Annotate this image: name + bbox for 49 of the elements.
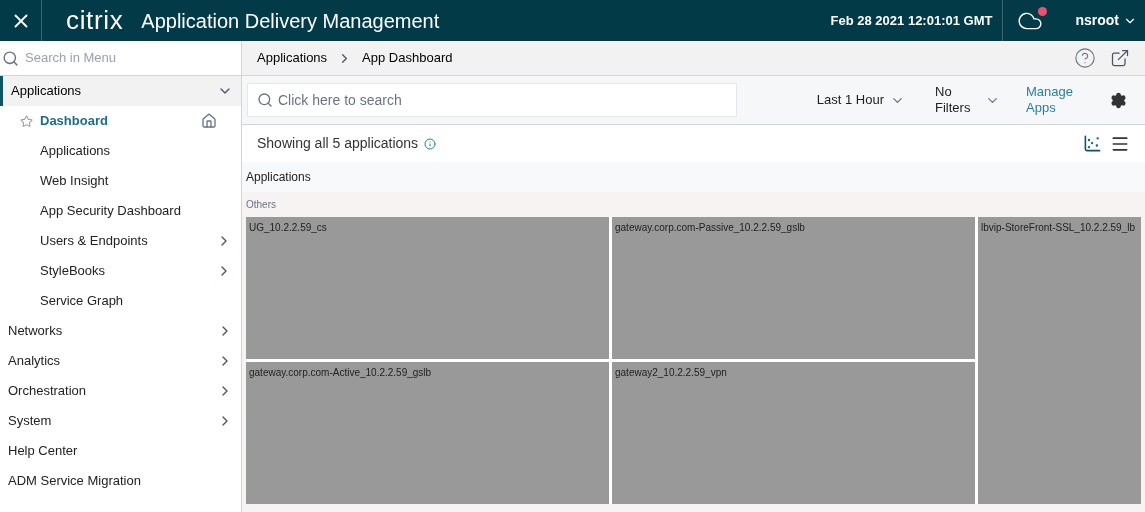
menu-search-field[interactable]: Search in Menu [25,48,239,68]
menu-item[interactable]: StyleBooks [40,261,106,281]
date-time: Feb 28 2021 12:01:01 GMT [830,11,994,30]
menu-section-label: Orchestration [8,382,87,401]
app-title: Application Delivery Management [141,8,440,34]
manage-apps-link[interactable]: Manage Apps [1026,84,1082,116]
menu-section[interactable]: Analytics [0,346,241,376]
search-icon [257,92,273,108]
menu-section-label: Analytics [8,352,61,371]
treemap-tile[interactable]: gateway2_10.2.2.59_vpn [612,362,975,504]
menu-item[interactable]: Applications [40,141,111,161]
star-icon[interactable] [20,114,33,128]
menu-section[interactable]: Help Center [0,436,241,466]
group-label: Others [246,198,277,212]
menu-section-label: ADM Service Migration [8,472,141,491]
menu-section-label: System [8,412,52,431]
help-icon[interactable] [1074,47,1096,69]
treemap-tile[interactable]: gateway.corp.com-Passive_10.2.2.59_gslb [612,217,975,359]
info-icon[interactable] [424,137,437,150]
filters-dropdown[interactable]: No Filters [935,84,1000,116]
menu-section[interactable]: ADM Service Migration [0,466,241,496]
menu-section[interactable]: Orchestration [0,376,241,406]
chart-view-icon[interactable] [1083,134,1102,153]
menu-item[interactable]: Dashboard [40,111,108,131]
external-link-icon[interactable] [1110,48,1130,68]
breadcrumb-item: App Dashboard [362,49,453,68]
menu-item[interactable]: Users & Endpoints [40,231,148,251]
menu-item[interactable]: App Security Dashboard [40,201,181,221]
menu-section-label: Applications [11,82,82,101]
menu-section[interactable]: System [0,406,241,436]
treemap-tile[interactable]: lbvip-StoreFront-SSL_10.2.2.59_lb [978,217,1141,504]
menu-section[interactable]: Applications [0,76,241,106]
home-icon[interactable] [201,113,217,129]
menu-item[interactable]: Service Graph [40,291,124,311]
menu-section[interactable]: Networks [0,316,241,346]
settings-icon[interactable] [1110,91,1127,109]
menu-section-label: Help Center [8,442,78,461]
treemap-tile[interactable]: gateway.corp.com-Active_10.2.2.59_gslb [246,362,609,504]
menu-section-label: Networks [8,322,63,341]
search-icon [2,49,19,67]
treemap-title: Applications [246,169,311,186]
summary-text: Showing all 5 applications [257,134,419,153]
user-menu[interactable]: nsroot [1075,10,1137,31]
menu-item[interactable]: Web Insight [40,171,109,191]
logo: citrix [66,4,124,37]
treemap-tile[interactable]: UG_10.2.2.59_cs [246,217,609,359]
app-search-field[interactable]: Click here to search [247,83,737,117]
time-range-dropdown[interactable]: Last 1 Hour [816,90,905,110]
breadcrumb-item[interactable]: Applications [257,48,328,68]
